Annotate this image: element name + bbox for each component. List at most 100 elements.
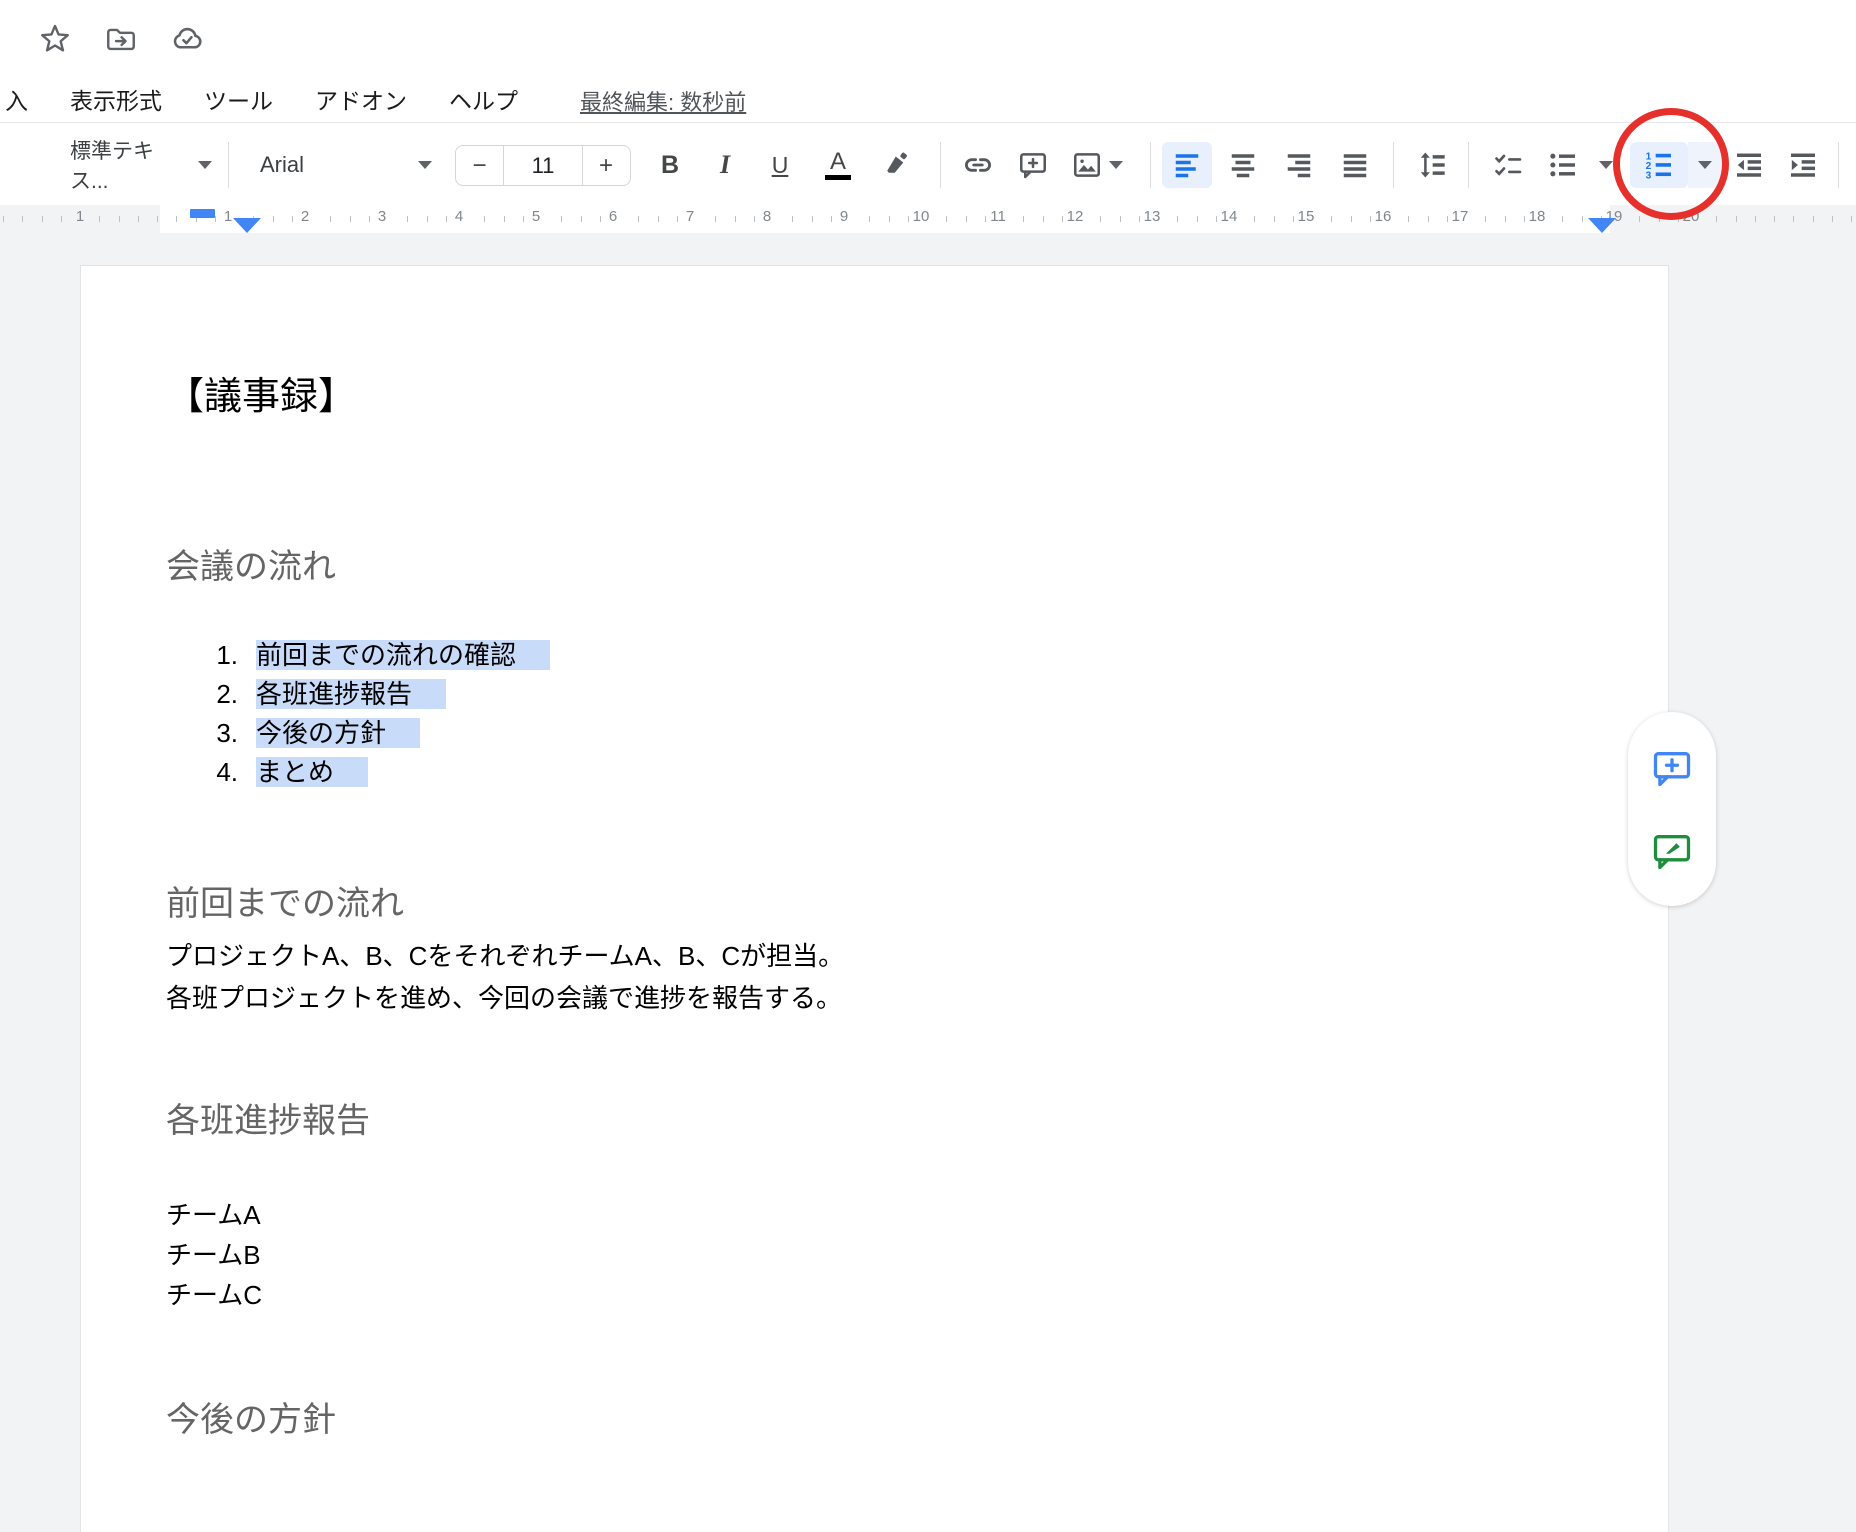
checklist-button[interactable]: [1482, 142, 1534, 188]
section-heading: 前回までの流れ: [166, 883, 1608, 925]
bulleted-list-button[interactable]: [1538, 142, 1588, 188]
ruler-tick: [1716, 216, 1717, 222]
list-item[interactable]: 3.今後の方針: [166, 714, 1608, 753]
suggest-edit-side-button[interactable]: [1648, 827, 1696, 875]
ruler-number: 1: [76, 208, 84, 225]
ruler[interactable]: 11234567891011121314151617181920: [0, 205, 1856, 233]
document-section: 前回までの流れプロジェクトA、B、CをそれぞれチームA、B、Cが担当。各班プロジ…: [166, 883, 1608, 1019]
justify-button[interactable]: [1330, 142, 1380, 188]
ruler-tick: [369, 216, 370, 222]
ruler-number: 14: [1221, 208, 1238, 225]
menu-insert-partial[interactable]: 入: [0, 82, 49, 116]
font-size-decrease-button[interactable]: −: [456, 146, 503, 185]
ruler-tick: [1678, 216, 1679, 222]
ruler-tick: [638, 216, 639, 222]
chevron-down-icon: [198, 161, 212, 169]
last-edit-link[interactable]: 最終編集: 数秒前: [580, 85, 746, 117]
ruler-tick: [1639, 216, 1640, 222]
decrease-indent-button[interactable]: [1726, 142, 1772, 188]
document-section: 今後の方針: [166, 1399, 1608, 1441]
ruler-tick: [176, 216, 177, 222]
paragraph[interactable]: プロジェクトA、B、CをそれぞれチームA、B、Cが担当。: [166, 935, 1608, 977]
menu-format[interactable]: 表示形式: [49, 82, 183, 116]
section-heading: 会議の流れ: [166, 546, 1608, 588]
ruler-tick: [1100, 216, 1101, 222]
menu-tools[interactable]: ツール: [183, 82, 294, 116]
numbered-list-dropdown[interactable]: [1688, 142, 1722, 188]
align-right-button[interactable]: [1274, 142, 1324, 188]
menu-help[interactable]: ヘルプ: [428, 82, 539, 116]
ruler-tick: [1755, 216, 1756, 222]
font-dropdown[interactable]: Arial: [242, 142, 450, 188]
ruler-number: 5: [532, 208, 540, 225]
font-size-increase-button[interactable]: +: [583, 146, 629, 185]
chevron-down-icon: [1109, 161, 1123, 169]
bulleted-list-dropdown[interactable]: [1592, 142, 1620, 188]
ruler-margin-right: [1610, 205, 1856, 233]
bold-button[interactable]: B: [650, 142, 690, 188]
text-color-button[interactable]: A: [816, 142, 860, 188]
image-icon: [1071, 149, 1103, 181]
ruler-tick: [427, 216, 428, 222]
ruler-tick: [273, 216, 274, 222]
ruler-tick: [1370, 216, 1371, 222]
suggest-edit-icon: [1650, 829, 1694, 873]
move-to-folder-icon[interactable]: [102, 20, 140, 58]
add-comment-side-button[interactable]: [1648, 744, 1696, 792]
ruler-number: 20: [1683, 208, 1700, 225]
toolbar-divider: [1468, 142, 1469, 188]
ruler-tick: [561, 216, 562, 222]
chevron-down-icon: [418, 161, 432, 169]
paragraph[interactable]: チームA: [166, 1195, 1608, 1235]
underline-button[interactable]: U: [760, 142, 800, 188]
list-item[interactable]: 2.各班進捗報告: [166, 675, 1608, 714]
insert-image-button[interactable]: [1060, 142, 1134, 188]
increase-indent-button[interactable]: [1780, 142, 1826, 188]
paragraph[interactable]: チームB: [166, 1235, 1608, 1275]
ruler-tick: [1793, 216, 1794, 222]
document-page[interactable]: 【議事録】 会議の流れ1.前回までの流れの確認2.各班進捗報告3.今後の方針4.…: [80, 265, 1669, 1532]
left-indent-marker[interactable]: [233, 218, 261, 233]
paragraph[interactable]: チームC: [166, 1275, 1608, 1315]
link-icon: [962, 149, 994, 181]
paragraph-style-value: 標準テキス...: [70, 135, 188, 195]
ruler-tick: [1408, 216, 1409, 222]
list-item[interactable]: 1.前回までの流れの確認: [166, 636, 1608, 675]
ruler-tick: [792, 216, 793, 222]
text-color-icon: A: [825, 151, 851, 180]
ruler-tick: [677, 216, 678, 222]
insert-comment-button[interactable]: [1011, 142, 1055, 188]
align-left-button[interactable]: [1162, 142, 1212, 188]
ruler-number: 18: [1529, 208, 1546, 225]
paragraph-style-dropdown[interactable]: 標準テキス...: [60, 142, 222, 188]
highlight-color-button[interactable]: [872, 142, 918, 188]
ruler-tick: [119, 216, 120, 222]
doc-body: 会議の流れ1.前回までの流れの確認2.各班進捗報告3.今後の方針4.まとめ前回ま…: [166, 546, 1608, 1441]
italic-button[interactable]: I: [705, 142, 745, 188]
align-center-button[interactable]: [1218, 142, 1268, 188]
first-line-indent-marker[interactable]: [190, 209, 215, 218]
paragraph[interactable]: 各班プロジェクトを進め、今回の会議で進捗を報告する。: [166, 977, 1608, 1019]
star-icon[interactable]: [36, 20, 74, 58]
ruler-number: 9: [840, 208, 848, 225]
indent-decrease-icon: [1733, 149, 1765, 181]
side-action-pill: [1628, 712, 1716, 906]
ruler-tick: [831, 216, 832, 222]
line-spacing-button[interactable]: [1406, 142, 1458, 188]
bulleted-list-icon: [1547, 149, 1579, 181]
ruler-tick: [966, 216, 967, 222]
list-item[interactable]: 4.まとめ: [166, 753, 1608, 792]
menu-addons[interactable]: アドオン: [294, 82, 428, 116]
ruler-tick: [735, 216, 736, 222]
ruler-number: 6: [609, 208, 617, 225]
ruler-tick: [1851, 216, 1852, 222]
numbered-list-button[interactable]: 1 2 3: [1630, 142, 1688, 188]
font-size-value[interactable]: 11: [503, 146, 583, 185]
insert-link-button[interactable]: [956, 142, 1000, 188]
ruler-tick: [523, 216, 524, 222]
numbered-list-icon: 1 2 3: [1643, 149, 1675, 181]
right-indent-marker[interactable]: [1588, 218, 1616, 233]
list-item-text: 前回までの流れの確認: [256, 640, 550, 670]
list-number: 3.: [196, 714, 238, 753]
document-section: 各班進捗報告チームAチームBチームC: [166, 1100, 1608, 1315]
